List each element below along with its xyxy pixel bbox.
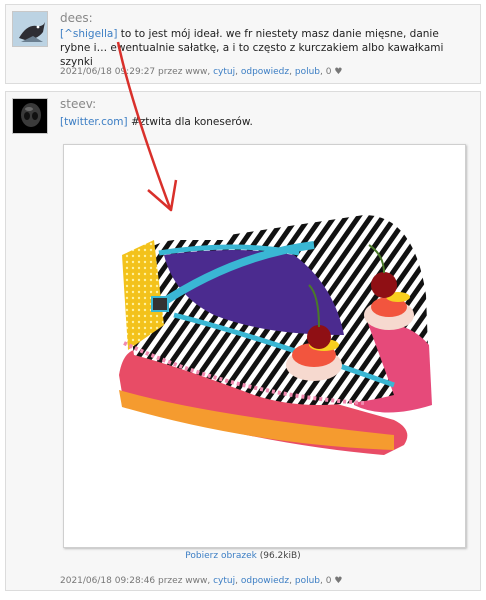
comment-text: dla koneserów.: [171, 116, 253, 128]
quote-link[interactable]: cytuj: [213, 576, 235, 586]
like-count: 0 ♥: [325, 576, 343, 586]
image-caption: Pobierz obrazek (96.2kiB): [6, 551, 480, 561]
timestamp: 2021/06/18 09:28:46 przez www,: [60, 576, 211, 586]
comment-body: [^shigella] to to jest mój ideał. we fr …: [60, 27, 470, 69]
reply-link[interactable]: odpowiedz: [241, 67, 289, 77]
like-count: 0 ♥: [325, 67, 343, 77]
avatar[interactable]: [12, 11, 48, 47]
like-link[interactable]: polub: [295, 576, 320, 586]
comment-steev: steev: [twitter.com] #ztwita dla koneser…: [5, 91, 481, 591]
avatar[interactable]: [12, 98, 48, 134]
shoes-image: [119, 215, 432, 455]
twitter-link[interactable]: [twitter.com]: [60, 116, 128, 128]
comment-meta: 2021/06/18 09:28:46 przez www, cytuj, od…: [60, 576, 343, 586]
alien-head-avatar-icon: [13, 99, 47, 133]
comment-meta: 2021/06/18 09:29:27 przez www, cytuj, od…: [60, 67, 343, 77]
timestamp: 2021/06/18 09:29:27 przez www,: [60, 67, 211, 77]
like-link[interactable]: polub: [295, 67, 320, 77]
author-name[interactable]: steev:: [60, 97, 96, 111]
download-image-link[interactable]: Pobierz obrazek: [185, 551, 257, 561]
bird-avatar-icon: [13, 12, 47, 46]
quote-link[interactable]: cytuj: [213, 67, 235, 77]
comment-body: [twitter.com] #ztwita dla koneserów.: [60, 115, 470, 129]
mention-link[interactable]: [^shigella]: [60, 28, 117, 40]
hashtag-link[interactable]: #ztwita: [131, 116, 171, 128]
image-size: (96.2kiB): [259, 551, 301, 561]
comment-text: to to jest mój ideał. we fr niestety mas…: [60, 28, 444, 68]
author-name[interactable]: dees:: [60, 11, 93, 25]
attached-image[interactable]: [63, 144, 466, 548]
comment-dees: dees: [^shigella] to to jest mój ideał. …: [5, 4, 481, 84]
reply-link[interactable]: odpowiedz: [241, 576, 289, 586]
